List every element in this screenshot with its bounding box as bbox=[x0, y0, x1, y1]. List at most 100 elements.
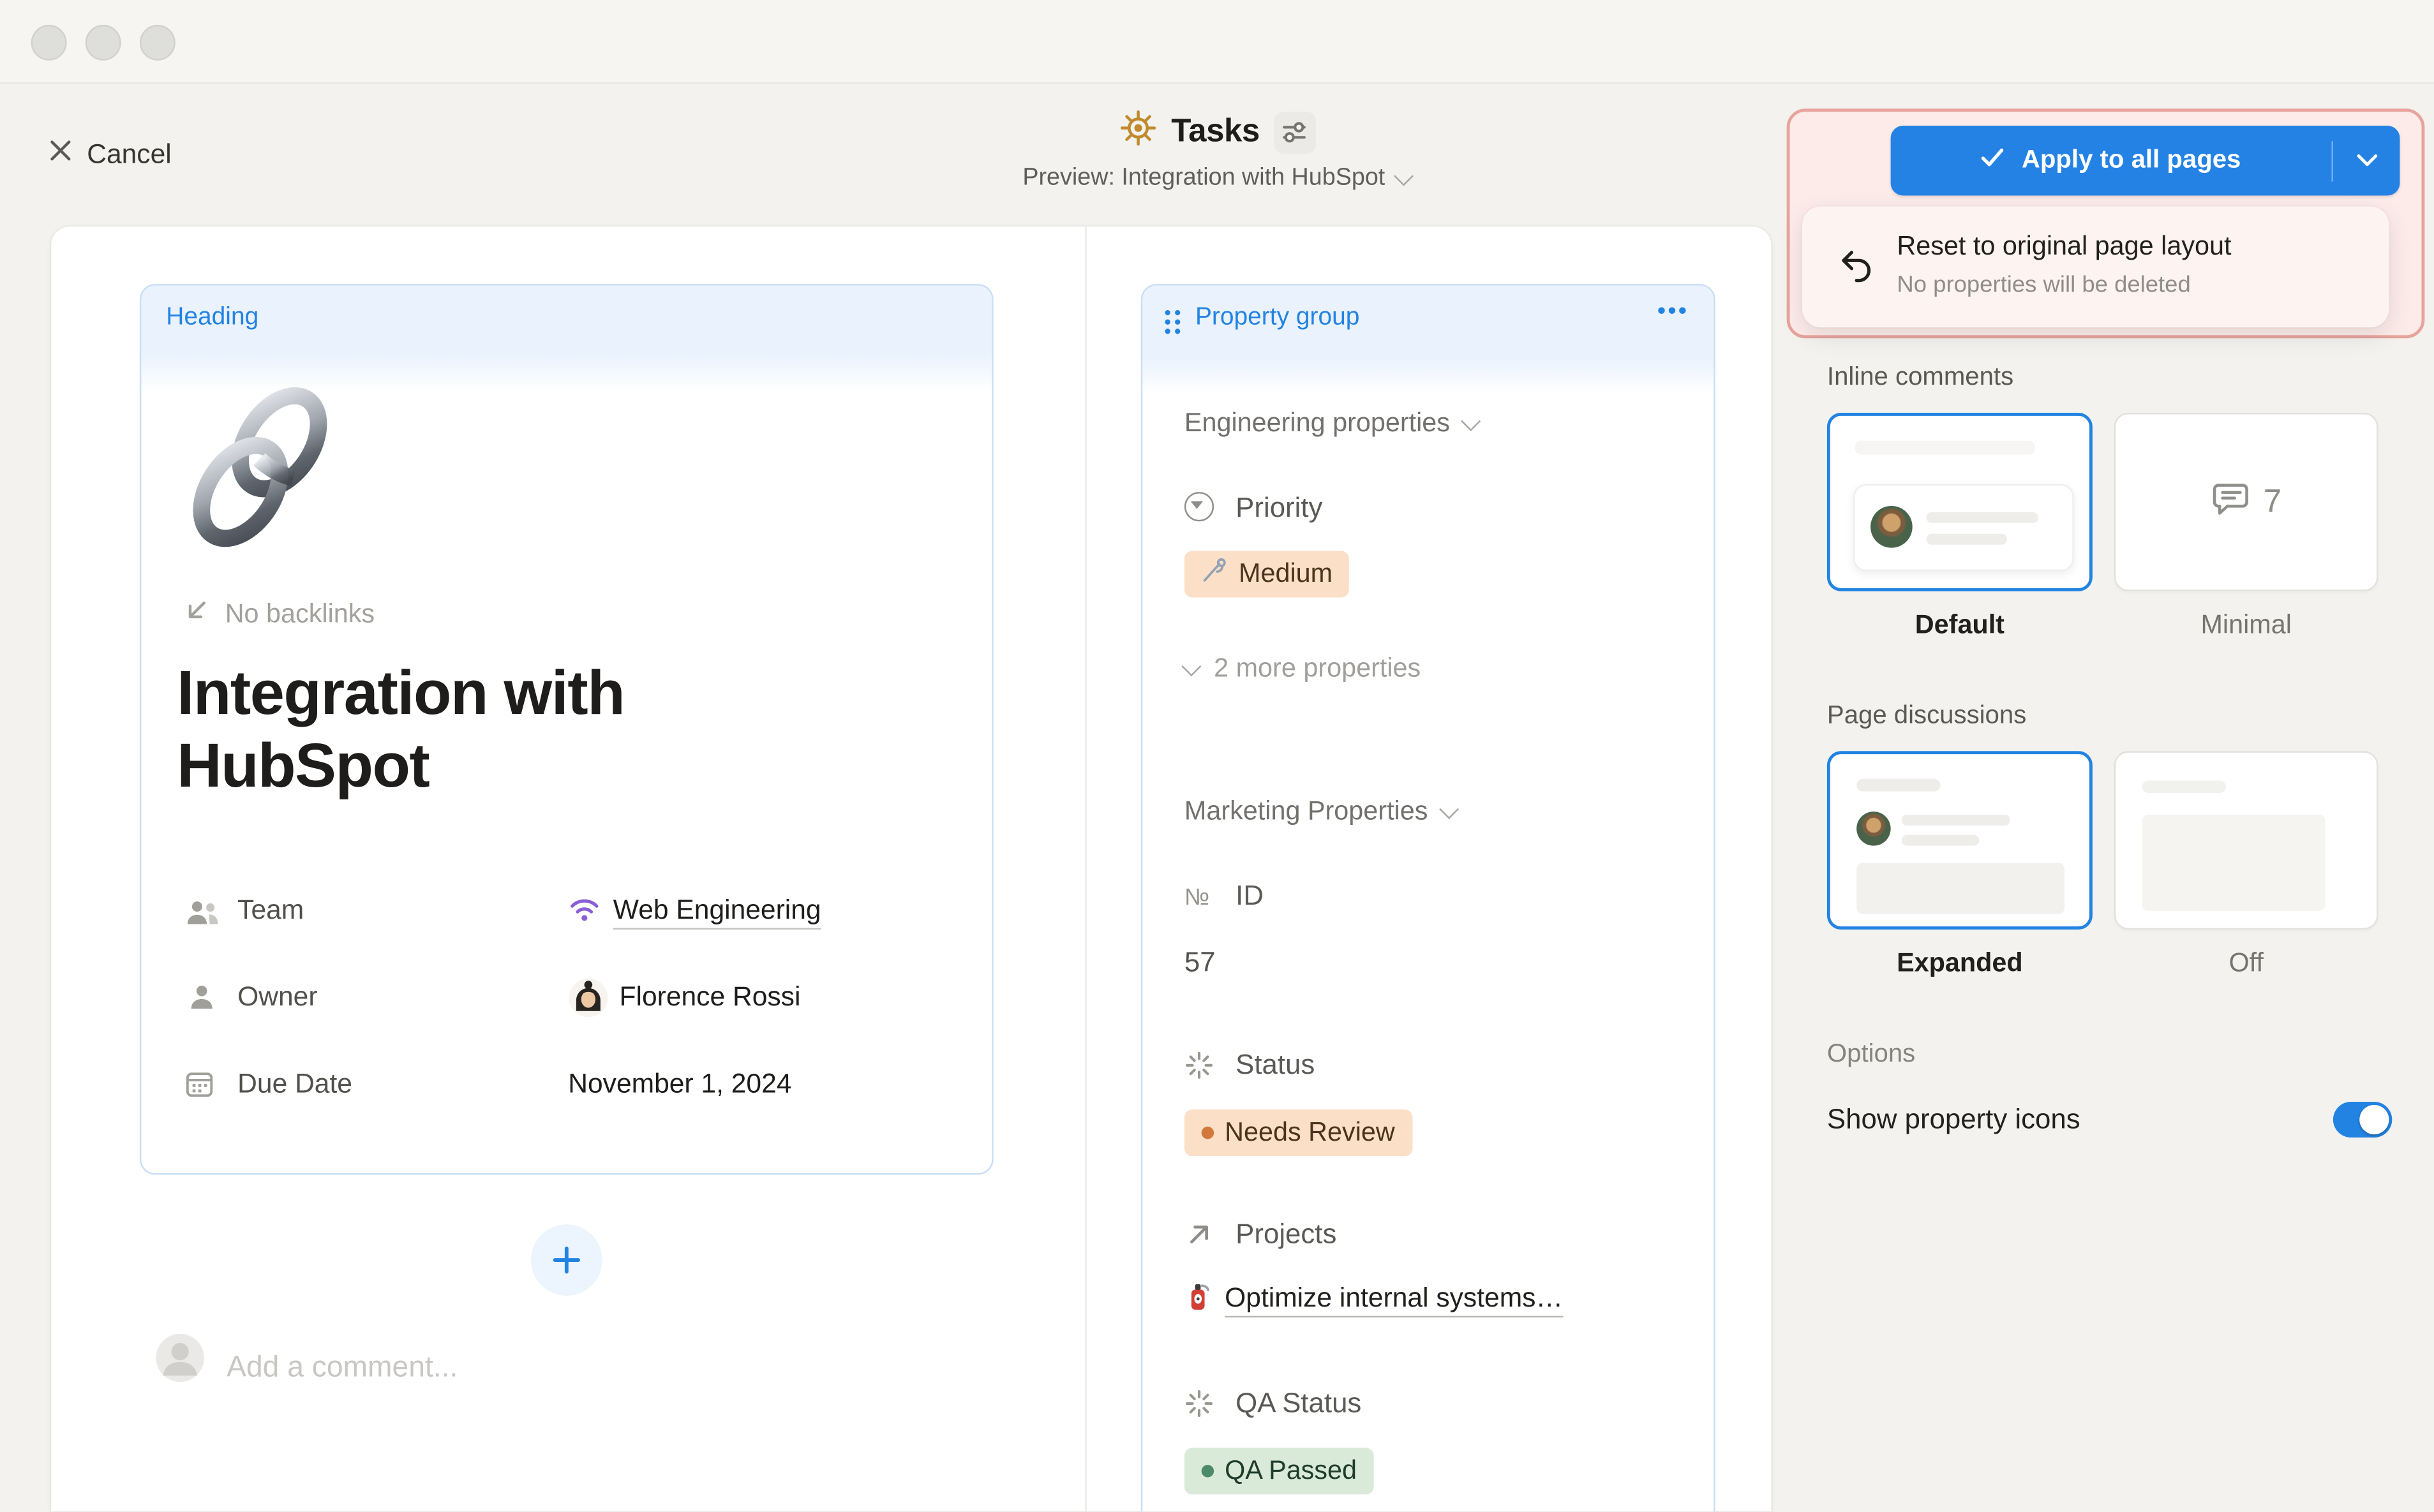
window-control-dot[interactable] bbox=[31, 25, 67, 61]
sliders-icon bbox=[1281, 118, 1309, 146]
priority-label: Priority bbox=[1236, 492, 1322, 524]
page-title-preview[interactable]: Integration with HubSpot bbox=[177, 658, 860, 804]
calendar-icon bbox=[184, 1069, 214, 1106]
chevron-down-icon bbox=[2356, 154, 2377, 168]
heading-section-card[interactable]: Heading No back bbox=[140, 284, 994, 1175]
minimal-option-label: Minimal bbox=[2114, 610, 2378, 641]
person-icon bbox=[188, 984, 216, 1019]
apply-to-all-pages-button[interactable]: Apply to all pages bbox=[1891, 126, 2400, 195]
relation-arrow-icon bbox=[1186, 1221, 1212, 1256]
window-control-dot[interactable] bbox=[86, 25, 121, 61]
reset-menu-item[interactable]: Reset to original page layout No propert… bbox=[1802, 207, 2389, 328]
status-value-badge[interactable]: Needs Review bbox=[1184, 1109, 1412, 1156]
id-value[interactable]: 57 bbox=[1184, 947, 1216, 979]
commenter-avatar bbox=[155, 1333, 205, 1390]
layout-preview-panel: Heading No back bbox=[51, 226, 1771, 1511]
add-block-button[interactable] bbox=[531, 1224, 602, 1296]
due-date-value[interactable]: November 1, 2024 bbox=[568, 1067, 791, 1100]
customize-layout-button[interactable] bbox=[1274, 111, 1316, 153]
off-option-label: Off bbox=[2114, 948, 2378, 979]
default-option-label: Default bbox=[1827, 610, 2093, 641]
inline-comments-minimal-option[interactable]: 7 bbox=[2114, 413, 2378, 591]
project-link[interactable]: Optimize internal systems… bbox=[1225, 1282, 1563, 1317]
chevron-down-icon bbox=[1461, 411, 1481, 431]
heading-card-header bbox=[141, 286, 992, 354]
avatar bbox=[1870, 506, 1913, 548]
avatar bbox=[568, 977, 608, 1025]
discussions-off-option[interactable] bbox=[2114, 751, 2378, 930]
priority-select-icon bbox=[1184, 492, 1214, 521]
add-comment-input[interactable]: Add a comment... bbox=[227, 1352, 458, 1386]
status-dot bbox=[1202, 1127, 1214, 1139]
show-property-icons-label: Show property icons bbox=[1827, 1103, 2080, 1136]
owner-value[interactable]: Florence Rossi bbox=[620, 981, 801, 1013]
projects-label: Projects bbox=[1236, 1218, 1336, 1250]
panel-divider bbox=[1085, 226, 1086, 1511]
options-title: Options bbox=[1827, 1040, 1915, 1069]
group-marketing-properties[interactable]: Marketing Properties bbox=[1184, 796, 1456, 827]
plus-icon bbox=[551, 1245, 582, 1276]
page-discussions-title: Page discussions bbox=[1827, 701, 2026, 730]
show-property-icons-toggle[interactable] bbox=[2333, 1102, 2392, 1138]
undo-icon bbox=[1838, 247, 1877, 293]
team-badge-icon bbox=[568, 895, 601, 931]
inline-comments-title: Inline comments bbox=[1827, 363, 2013, 392]
priority-value: Medium bbox=[1239, 559, 1333, 590]
heading-card-label: Heading bbox=[166, 304, 258, 332]
apply-dropdown-button[interactable] bbox=[2333, 154, 2400, 168]
page-title: Tasks bbox=[1171, 114, 1260, 151]
drag-handle-icon[interactable] bbox=[1163, 308, 1183, 345]
highlight-callout: Apply to all pages Reset to original pag… bbox=[1787, 108, 2425, 338]
reset-subtitle: No properties will be deleted bbox=[1897, 272, 2190, 298]
reset-title: Reset to original page layout bbox=[1897, 231, 2231, 262]
status-spinner-icon bbox=[1184, 1389, 1214, 1426]
cancel-button[interactable]: Cancel bbox=[48, 138, 171, 170]
property-group-card[interactable]: Property group ••• Engineering propertie… bbox=[1141, 284, 1715, 1511]
qa-status-dot bbox=[1202, 1465, 1214, 1477]
qa-status-badge[interactable]: QA Passed bbox=[1184, 1448, 1374, 1494]
preview-label: Preview: Integration with HubSpot bbox=[1022, 165, 1385, 193]
apply-button-label: Apply to all pages bbox=[2022, 146, 2241, 175]
more-menu-icon[interactable]: ••• bbox=[1657, 298, 1689, 324]
window-control-dot[interactable] bbox=[140, 25, 175, 61]
fire-extinguisher-icon bbox=[1184, 1279, 1211, 1321]
group-label: Engineering properties bbox=[1184, 408, 1450, 440]
qa-status-label: QA Status bbox=[1236, 1388, 1361, 1420]
chevron-down-icon bbox=[1439, 799, 1459, 819]
numero-icon: № bbox=[1184, 884, 1209, 910]
more-properties-toggle[interactable]: 2 more properties bbox=[1184, 653, 1421, 685]
owner-label: Owner bbox=[237, 981, 317, 1013]
window-titlebar bbox=[0, 0, 2434, 84]
chain-link-emoji bbox=[175, 379, 347, 563]
team-value-link[interactable]: Web Engineering bbox=[613, 894, 821, 930]
needle-icon bbox=[1202, 557, 1228, 591]
cancel-label: Cancel bbox=[87, 138, 172, 170]
more-properties-label: 2 more properties bbox=[1214, 653, 1421, 685]
status-label: Status bbox=[1236, 1049, 1315, 1081]
toggle-knob bbox=[2359, 1105, 2389, 1134]
due-date-label: Due Date bbox=[237, 1067, 352, 1100]
status-spinner-icon bbox=[1184, 1051, 1214, 1088]
check-icon bbox=[1982, 146, 2005, 175]
team-label: Team bbox=[237, 894, 304, 926]
team-icon bbox=[184, 900, 220, 935]
group-label: Marketing Properties bbox=[1184, 796, 1428, 827]
priority-value-badge[interactable]: Medium bbox=[1184, 551, 1350, 597]
qa-status-value: QA Passed bbox=[1225, 1456, 1357, 1487]
id-label: ID bbox=[1236, 880, 1264, 912]
avatar bbox=[1856, 812, 1891, 846]
comment-count: 7 bbox=[2264, 484, 2281, 521]
comment-bubble-icon bbox=[2211, 477, 2253, 527]
inline-comments-default-option[interactable] bbox=[1827, 413, 2093, 591]
backlink-arrow-icon bbox=[184, 597, 209, 630]
group-engineering-properties[interactable]: Engineering properties bbox=[1184, 408, 1478, 440]
expanded-option-label: Expanded bbox=[1827, 948, 2093, 979]
preview-selector[interactable]: Preview: Integration with HubSpot bbox=[1022, 165, 1411, 193]
chevron-down-icon bbox=[1181, 656, 1201, 676]
property-group-label: Property group bbox=[1195, 304, 1359, 332]
chevron-down-icon bbox=[1394, 165, 1414, 185]
no-backlinks-label: No backlinks bbox=[225, 598, 375, 630]
close-icon bbox=[48, 138, 73, 170]
discussions-expanded-option[interactable] bbox=[1827, 751, 2093, 930]
status-value: Needs Review bbox=[1225, 1117, 1395, 1148]
